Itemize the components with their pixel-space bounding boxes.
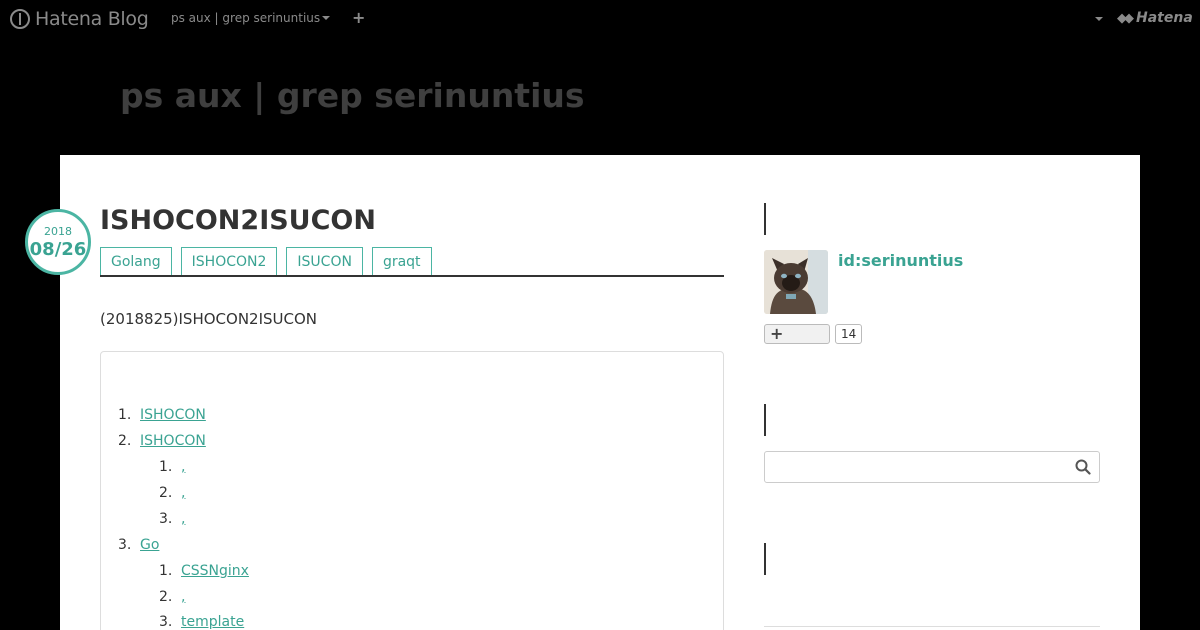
cat-avatar-icon xyxy=(764,250,828,314)
subscriber-count: 14 xyxy=(835,324,863,344)
category-divider xyxy=(100,275,724,277)
sidebar-section-heading-bar xyxy=(764,203,766,235)
profile-avatar[interactable] xyxy=(764,250,828,314)
toc-link[interactable]: , xyxy=(181,459,185,475)
toc-subitem: 3. template xyxy=(159,614,245,630)
sidebar-section-heading-bar xyxy=(764,404,766,436)
toc-item: 2. ISHOCON xyxy=(118,433,206,449)
toc-subitem: 1. CSSNginx xyxy=(159,563,249,579)
toc-item: 1. ISHOCON xyxy=(118,407,206,423)
category-tag[interactable]: Golang xyxy=(100,247,172,276)
toc-link[interactable]: , xyxy=(181,511,185,527)
toc-item: 3. Go xyxy=(118,537,160,553)
toc-subitem: 2., xyxy=(159,589,186,605)
toc-link[interactable]: , xyxy=(181,485,185,501)
blog-select-label: ps aux | grep serinuntius xyxy=(171,11,321,25)
category-tag[interactable]: graqt xyxy=(371,247,432,276)
hatena-brand-text: Hatena xyxy=(1136,10,1193,26)
hatena-mark-icon: ◆◆ xyxy=(1117,10,1134,26)
category-tag[interactable]: ISUCON xyxy=(286,247,363,276)
toc-subitem: 2., xyxy=(159,485,186,501)
blog-title[interactable]: ps aux | grep serinuntius xyxy=(120,76,585,115)
toc-subitem: 3., xyxy=(159,511,186,527)
add-entry-button[interactable]: + xyxy=(352,8,365,27)
subscribe-button[interactable]: + xyxy=(764,324,830,344)
hatena-brand-link[interactable]: ◆◆ Hatena xyxy=(1117,10,1193,26)
toc-link[interactable]: , xyxy=(181,589,185,605)
toc-link[interactable]: CSSNginx xyxy=(181,563,249,579)
entry-title[interactable]: ISHOCON2ISUCON xyxy=(100,205,376,236)
search-box[interactable] xyxy=(764,451,1100,483)
search-icon[interactable] xyxy=(1075,459,1091,479)
hatena-blog-logo-icon xyxy=(10,9,30,29)
category-tag[interactable]: ISHOCON2 xyxy=(180,247,278,276)
sidebar-section-heading-bar xyxy=(764,543,766,575)
blog-select-dropdown[interactable]: ps aux | grep serinuntius xyxy=(171,11,331,25)
entry-categories: Golang ISHOCON2 ISUCON graqt xyxy=(100,247,432,276)
user-menu-chevron-down-icon[interactable] xyxy=(1095,17,1103,21)
hatena-blog-logo[interactable]: Hatena Blog xyxy=(10,8,149,30)
chevron-down-icon xyxy=(322,16,331,20)
toc-link[interactable]: ISHOCON xyxy=(140,433,206,449)
toc-subitem: 1., xyxy=(159,459,186,475)
entry-date-monthday: 08/26 xyxy=(29,239,87,260)
hatena-blog-logo-text: Hatena Blog xyxy=(35,8,149,30)
table-of-contents xyxy=(100,351,724,630)
toc-link[interactable]: template xyxy=(181,614,244,630)
toc-link[interactable]: ISHOCON xyxy=(140,407,206,423)
global-header: Hatena Blog ps aux | grep serinuntius + … xyxy=(0,0,1200,38)
toc-link[interactable]: Go xyxy=(140,537,159,553)
entry-date-badge[interactable]: 2018 08/26 xyxy=(25,209,91,275)
sidebar-divider xyxy=(764,626,1100,627)
entry-date-year: 2018 xyxy=(44,225,72,238)
entry-lead-text: (2018825)ISHOCON2ISUCON xyxy=(100,310,318,328)
profile-id-link[interactable]: id:serinuntius xyxy=(838,251,963,270)
